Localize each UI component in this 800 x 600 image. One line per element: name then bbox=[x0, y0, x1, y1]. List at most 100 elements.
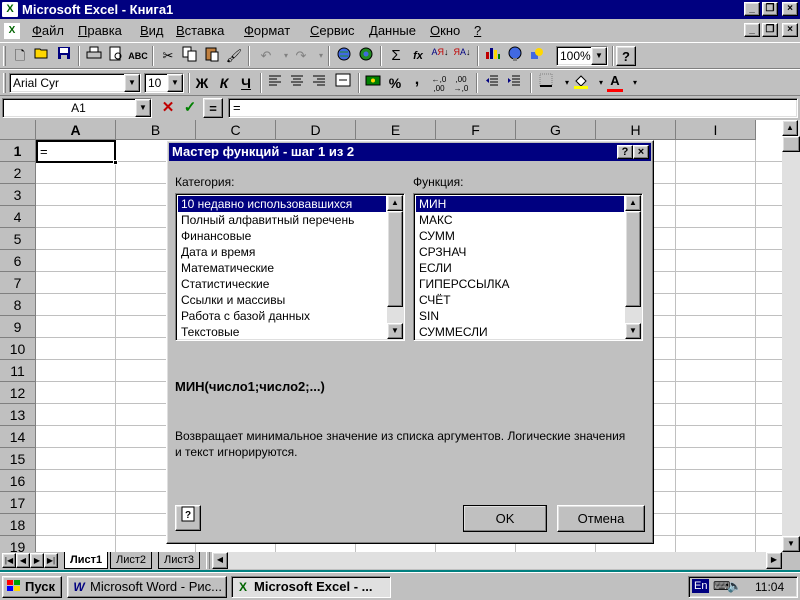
category-scrollbar[interactable]: ▲ ▼ bbox=[387, 195, 403, 339]
task-word[interactable]: W Microsoft Word - Рис... bbox=[67, 576, 227, 598]
align-right-icon[interactable] bbox=[308, 73, 330, 94]
category-scroll-down-icon[interactable]: ▼ bbox=[387, 323, 403, 339]
category-list-item[interactable]: Дата и время bbox=[178, 244, 386, 260]
function-wizard-icon[interactable]: fx bbox=[407, 46, 429, 67]
clock[interactable]: 11:04 bbox=[755, 580, 784, 594]
zoom-combo[interactable]: 100% ▼ bbox=[556, 46, 608, 66]
column-header-i[interactable]: I bbox=[676, 120, 756, 140]
category-list-item[interactable]: Статистические bbox=[178, 276, 386, 292]
formula-input[interactable]: = bbox=[228, 98, 798, 118]
function-scroll-up-icon[interactable]: ▲ bbox=[625, 195, 641, 211]
save-disk-icon[interactable] bbox=[53, 46, 75, 67]
name-box-dropdown-icon[interactable]: ▼ bbox=[135, 99, 151, 117]
row-header-17[interactable]: 17 bbox=[0, 492, 36, 514]
cancel-button[interactable]: Отмена bbox=[557, 505, 645, 532]
increase-indent-icon[interactable] bbox=[503, 73, 525, 94]
category-list-item[interactable]: Текстовые bbox=[178, 324, 386, 340]
prev-sheet-icon[interactable]: ◀ bbox=[16, 553, 30, 568]
close-button[interactable]: × bbox=[782, 2, 798, 16]
row-header-12[interactable]: 12 bbox=[0, 382, 36, 404]
percent-style-button[interactable]: % bbox=[384, 73, 406, 94]
first-sheet-icon[interactable]: |◀ bbox=[2, 553, 16, 568]
align-center-icon[interactable] bbox=[286, 73, 308, 94]
volume-speaker-icon[interactable]: 🔈 bbox=[727, 579, 742, 593]
scroll-left-icon[interactable]: ◀ bbox=[212, 552, 228, 569]
sheet-tab-1[interactable]: Лист1 bbox=[64, 552, 109, 569]
borders-icon[interactable] bbox=[535, 73, 557, 94]
increase-decimal-icon[interactable]: ←,0,00 bbox=[428, 73, 450, 94]
category-scroll-thumb[interactable] bbox=[387, 211, 403, 307]
row-header-11[interactable]: 11 bbox=[0, 360, 36, 382]
function-list-item[interactable]: СУММ bbox=[416, 228, 624, 244]
function-listbox[interactable]: МИН МАКС СУММ СРЗНАЧ ЕСЛИ ГИПЕРССЫЛКА СЧЁТ SIN С… bbox=[413, 193, 643, 341]
menu-tools[interactable]: Сервис bbox=[310, 23, 355, 38]
office-assistant-icon[interactable]: ? bbox=[175, 505, 201, 531]
column-header-e[interactable]: E bbox=[356, 120, 436, 140]
dialog-close-button[interactable]: × bbox=[633, 145, 649, 159]
row-header-4[interactable]: 4 bbox=[0, 206, 36, 228]
comma-style-button[interactable]: , bbox=[406, 72, 428, 94]
function-list-item[interactable]: МИН bbox=[416, 196, 624, 212]
menu-data[interactable]: Данные bbox=[369, 23, 416, 38]
start-button[interactable]: Пуск bbox=[2, 576, 62, 598]
bold-button[interactable]: Ж bbox=[191, 73, 213, 94]
column-header-c[interactable]: C bbox=[196, 120, 276, 140]
copy-icon[interactable] bbox=[179, 46, 201, 67]
map-icon[interactable] bbox=[504, 46, 526, 67]
fill-handle[interactable] bbox=[113, 160, 118, 165]
menu-insert[interactable]: Вставка bbox=[176, 23, 224, 38]
doc-close-button[interactable]: × bbox=[782, 23, 798, 37]
spellcheck-icon[interactable]: ABC bbox=[127, 46, 149, 67]
scroll-down-icon[interactable]: ▼ bbox=[782, 536, 800, 552]
row-header-19[interactable]: 19 bbox=[0, 536, 36, 552]
underline-button[interactable]: Ч bbox=[235, 73, 257, 94]
font-color-icon[interactable]: A bbox=[604, 73, 626, 94]
font-size-dropdown-icon[interactable]: ▼ bbox=[167, 74, 183, 92]
row-header-14[interactable]: 14 bbox=[0, 426, 36, 448]
sort-descending-icon[interactable]: ЯА↓ bbox=[451, 46, 473, 67]
align-left-icon[interactable] bbox=[264, 73, 286, 94]
function-list-item[interactable]: SIN bbox=[416, 308, 624, 324]
column-header-f[interactable]: F bbox=[436, 120, 516, 140]
row-header-7[interactable]: 7 bbox=[0, 272, 36, 294]
minimize-button[interactable]: _ bbox=[744, 2, 760, 16]
category-listbox[interactable]: 10 недавно использовавшихся Полный алфави… bbox=[175, 193, 405, 341]
office-assistant-help-icon[interactable]: ? bbox=[616, 46, 636, 66]
function-scroll-thumb[interactable] bbox=[625, 211, 641, 307]
new-document-icon[interactable]: 🗋 bbox=[9, 46, 31, 67]
doc-minimize-button[interactable]: _ bbox=[744, 23, 760, 37]
autosum-icon[interactable]: Σ bbox=[385, 46, 407, 67]
row-header-6[interactable]: 6 bbox=[0, 250, 36, 272]
function-list-item[interactable]: МАКС bbox=[416, 212, 624, 228]
category-list-item[interactable]: Математические bbox=[178, 260, 386, 276]
cancel-entry-icon[interactable]: ✕ bbox=[157, 98, 179, 119]
scroll-up-icon[interactable]: ▲ bbox=[782, 120, 798, 136]
menu-format[interactable]: Формат bbox=[244, 23, 290, 38]
font-size-combo[interactable]: 10 ▼ bbox=[144, 73, 184, 93]
row-header-3[interactable]: 3 bbox=[0, 184, 36, 206]
format-painter-icon[interactable]: 🖌 bbox=[223, 46, 245, 67]
redo-icon[interactable]: ↷ bbox=[290, 46, 312, 67]
decrease-decimal-icon[interactable]: ,00 →,0 bbox=[450, 73, 472, 94]
category-list-item[interactable]: Полный алфавитный перечень bbox=[178, 212, 386, 228]
dialog-help-button[interactable]: ? bbox=[617, 145, 633, 159]
function-list-item[interactable]: ГИПЕРССЫЛКА bbox=[416, 276, 624, 292]
category-list-item[interactable]: Работа с базой данных bbox=[178, 308, 386, 324]
chart-wizard-icon[interactable] bbox=[482, 46, 504, 67]
fill-color-icon[interactable] bbox=[570, 73, 592, 94]
font-dropdown-icon[interactable]: ▼ bbox=[124, 74, 140, 92]
menu-window[interactable]: Окно bbox=[430, 23, 460, 38]
last-sheet-icon[interactable]: ▶| bbox=[44, 553, 58, 568]
sort-ascending-icon[interactable]: АЯ↓ bbox=[429, 46, 451, 67]
column-header-h[interactable]: H bbox=[596, 120, 676, 140]
menu-file[interactable]: Файл bbox=[32, 23, 64, 38]
row-header-8[interactable]: 8 bbox=[0, 294, 36, 316]
column-header-d[interactable]: D bbox=[276, 120, 356, 140]
web-toolbar-icon[interactable] bbox=[355, 46, 377, 67]
name-box[interactable]: A1 ▼ bbox=[2, 98, 152, 118]
excel-app-icon[interactable]: X bbox=[2, 2, 18, 17]
currency-style-icon[interactable] bbox=[362, 73, 384, 94]
horizontal-scrollbar[interactable]: ◀ ▶ bbox=[212, 552, 782, 569]
column-header-a[interactable]: A bbox=[36, 120, 116, 140]
next-sheet-icon[interactable]: ▶ bbox=[30, 553, 44, 568]
